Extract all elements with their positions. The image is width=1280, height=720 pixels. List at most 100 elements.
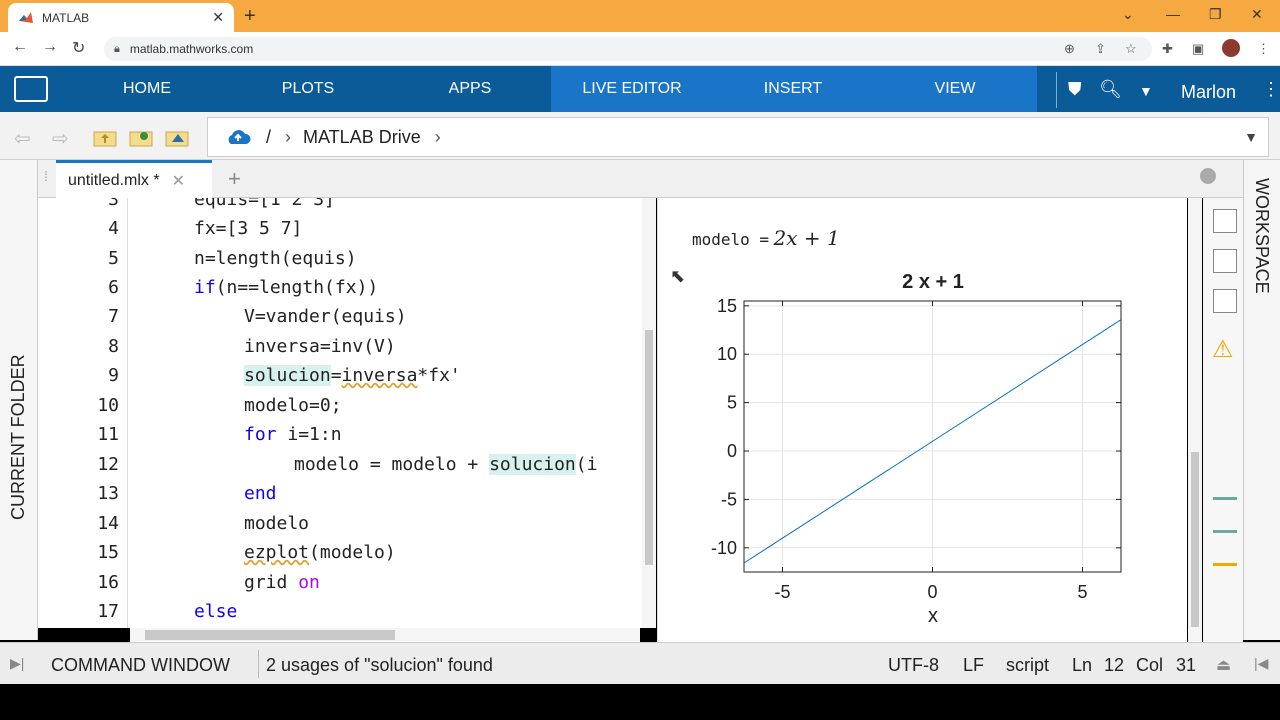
minimize-icon[interactable]: — xyxy=(1166,6,1180,22)
line-number: 11 xyxy=(97,424,119,445)
editor-options-icon[interactable] xyxy=(1200,168,1216,184)
code-line[interactable]: fx=[3 5 7] xyxy=(194,218,302,239)
code-editor[interactable]: 3 4 5 6 7 8 9 10 11 12 13 14 15 16 17 18… xyxy=(38,198,656,628)
drag-handle-icon[interactable]: ⁞ xyxy=(44,168,48,184)
code-line[interactable]: modelo = modelo + solucion(i xyxy=(294,454,597,475)
sidebar-icon[interactable]: ▣ xyxy=(1192,41,1204,57)
lock-icon: 🔒︎ xyxy=(114,42,120,55)
chevron-right-icon: › xyxy=(285,126,292,147)
code-line[interactable]: else xyxy=(194,601,237,622)
code-line[interactable]: end xyxy=(244,483,277,504)
current-folder-label[interactable]: CURRENT FOLDER xyxy=(8,354,29,520)
grid-lines xyxy=(744,301,1121,572)
tab-search-icon[interactable]: ⌄ xyxy=(1122,6,1134,23)
marker-bar[interactable] xyxy=(1213,530,1237,533)
tab-insert[interactable]: INSERT xyxy=(733,80,853,98)
drive-folder-icon[interactable] xyxy=(164,126,190,148)
code-line[interactable]: V=vander(equis) xyxy=(244,306,407,327)
marker-bar[interactable] xyxy=(1213,497,1237,500)
new-tab-icon[interactable]: + xyxy=(244,5,256,28)
back-icon[interactable]: ← xyxy=(12,38,28,56)
code-line[interactable]: equis=[1 2 3] xyxy=(194,198,335,210)
hide-code-icon[interactable] xyxy=(1213,289,1237,313)
browse-folder-icon[interactable] xyxy=(128,126,154,148)
matlab-home-icon[interactable] xyxy=(14,76,48,102)
path-root[interactable]: / xyxy=(266,127,271,148)
share-icon[interactable]: ⇪ xyxy=(1095,41,1106,57)
close-tab-icon[interactable]: ✕ xyxy=(212,9,224,26)
chevron-right-icon: › xyxy=(434,126,441,147)
status-message: 2 usages of "solucion" found xyxy=(266,655,493,675)
line-number: 13 xyxy=(97,483,119,504)
toolstrip: HOME PLOTS APPS LIVE EDITOR INSERT VIEW xyxy=(0,66,1280,112)
code-line[interactable]: for i=1:n xyxy=(244,424,342,445)
avatar[interactable] xyxy=(1222,39,1240,57)
code-line[interactable]: inversa=inv(V) xyxy=(244,336,396,357)
user-menu[interactable]: Marlon xyxy=(1181,82,1236,103)
zoom-icon[interactable]: ⊕ xyxy=(1064,41,1075,57)
forward-icon[interactable]: → xyxy=(42,38,58,56)
eject-icon[interactable]: ⏏ xyxy=(1216,655,1231,675)
current-folder-rail[interactable]: CURRENT FOLDER xyxy=(0,160,38,640)
path-field[interactable]: / › MATLAB Drive › ▼ xyxy=(207,117,1269,157)
encoding: UTF-8 xyxy=(888,655,939,675)
expand-command-icon[interactable]: ▶| xyxy=(10,655,24,672)
reload-icon[interactable]: ↻ xyxy=(72,38,85,58)
close-file-icon[interactable]: ✕ xyxy=(172,171,185,191)
tab-view[interactable]: VIEW xyxy=(895,80,1015,98)
tab-live-editor[interactable]: LIVE EDITOR xyxy=(572,80,692,98)
code-line[interactable]: solucion=inversa*fx' xyxy=(244,365,461,386)
code-line[interactable]: ezplot(modelo) xyxy=(244,542,396,563)
warning-marker-bar[interactable] xyxy=(1213,563,1237,566)
url-text: matlab.mathworks.com xyxy=(129,42,254,56)
bookmark-star-icon[interactable]: ☆ xyxy=(1125,41,1137,57)
collapse-icon[interactable]: |◀ xyxy=(1254,655,1268,672)
code-scroll-thumb[interactable] xyxy=(645,330,653,565)
menu-dots-icon[interactable]: ⋮ xyxy=(1257,41,1270,57)
extensions-icon[interactable]: ✚ xyxy=(1162,41,1173,57)
line-number: 7 xyxy=(108,306,119,327)
chevron-down-icon[interactable]: ▼ xyxy=(1139,83,1153,99)
url-field[interactable]: 🔒︎ matlab.mathworks.com xyxy=(104,37,1152,61)
line-number: 12 xyxy=(97,454,119,475)
figure-plot[interactable]: 2 x + 1 -5 0 5 15 10 5 0 -5 -10 x xyxy=(690,262,1160,632)
output-inline-icon[interactable] xyxy=(1213,209,1237,233)
search-icon[interactable]: 🔍︎ xyxy=(1099,79,1122,100)
code-line[interactable]: if(n==length(fx)) xyxy=(194,277,378,298)
path-folder[interactable]: MATLAB Drive xyxy=(303,127,421,148)
col-value: 31 xyxy=(1176,655,1197,675)
new-file-icon[interactable]: + xyxy=(228,166,241,192)
ln-label: Ln xyxy=(1072,655,1093,675)
more-icon[interactable]: ⋮ xyxy=(1262,79,1280,100)
status-bar: ▶| COMMAND WINDOW 2 usages of "solucion"… xyxy=(0,642,1280,684)
tab-plots[interactable]: PLOTS xyxy=(248,80,368,98)
warning-icon[interactable]: ⚠ xyxy=(1212,335,1234,364)
tab-home[interactable]: HOME xyxy=(87,80,207,98)
line-number: 10 xyxy=(97,395,119,416)
path-back-icon[interactable]: ⇦ xyxy=(14,126,31,151)
command-window-label[interactable]: COMMAND WINDOW xyxy=(51,655,230,676)
line-number: 15 xyxy=(97,542,119,563)
code-line[interactable]: grid on xyxy=(244,572,320,593)
close-window-icon[interactable]: ✕ xyxy=(1251,6,1263,23)
file-mode: script xyxy=(1006,655,1050,675)
output-scroll-thumb[interactable] xyxy=(1191,452,1199,627)
line-number: 14 xyxy=(97,513,119,534)
code-line[interactable]: n=length(equis) xyxy=(194,248,357,269)
code-hscroll-thumb[interactable] xyxy=(145,630,395,640)
output-right-icon[interactable] xyxy=(1213,249,1237,273)
browser-tab[interactable]: MATLAB ✕ xyxy=(8,3,234,32)
restore-icon[interactable]: ❐ xyxy=(1209,6,1222,23)
community-icon[interactable]: ⛊ xyxy=(1068,79,1082,100)
editor-file-tab[interactable]: untitled.mlx * ✕ xyxy=(56,160,212,198)
path-dropdown-icon[interactable]: ▼ xyxy=(1244,129,1258,145)
axis-ticks: -5 0 5 15 10 5 0 -5 -10 xyxy=(711,296,1121,602)
line-ending: LF xyxy=(963,655,985,675)
workspace-rail[interactable]: WORKSPACE xyxy=(1243,160,1280,640)
up-folder-icon[interactable] xyxy=(92,126,118,148)
path-forward-icon[interactable]: ⇨ xyxy=(52,126,69,151)
code-line[interactable]: modelo xyxy=(244,513,309,534)
tab-apps[interactable]: APPS xyxy=(410,80,530,98)
workspace-label[interactable]: WORKSPACE xyxy=(1251,178,1272,294)
code-line[interactable]: modelo=0; xyxy=(244,395,342,416)
